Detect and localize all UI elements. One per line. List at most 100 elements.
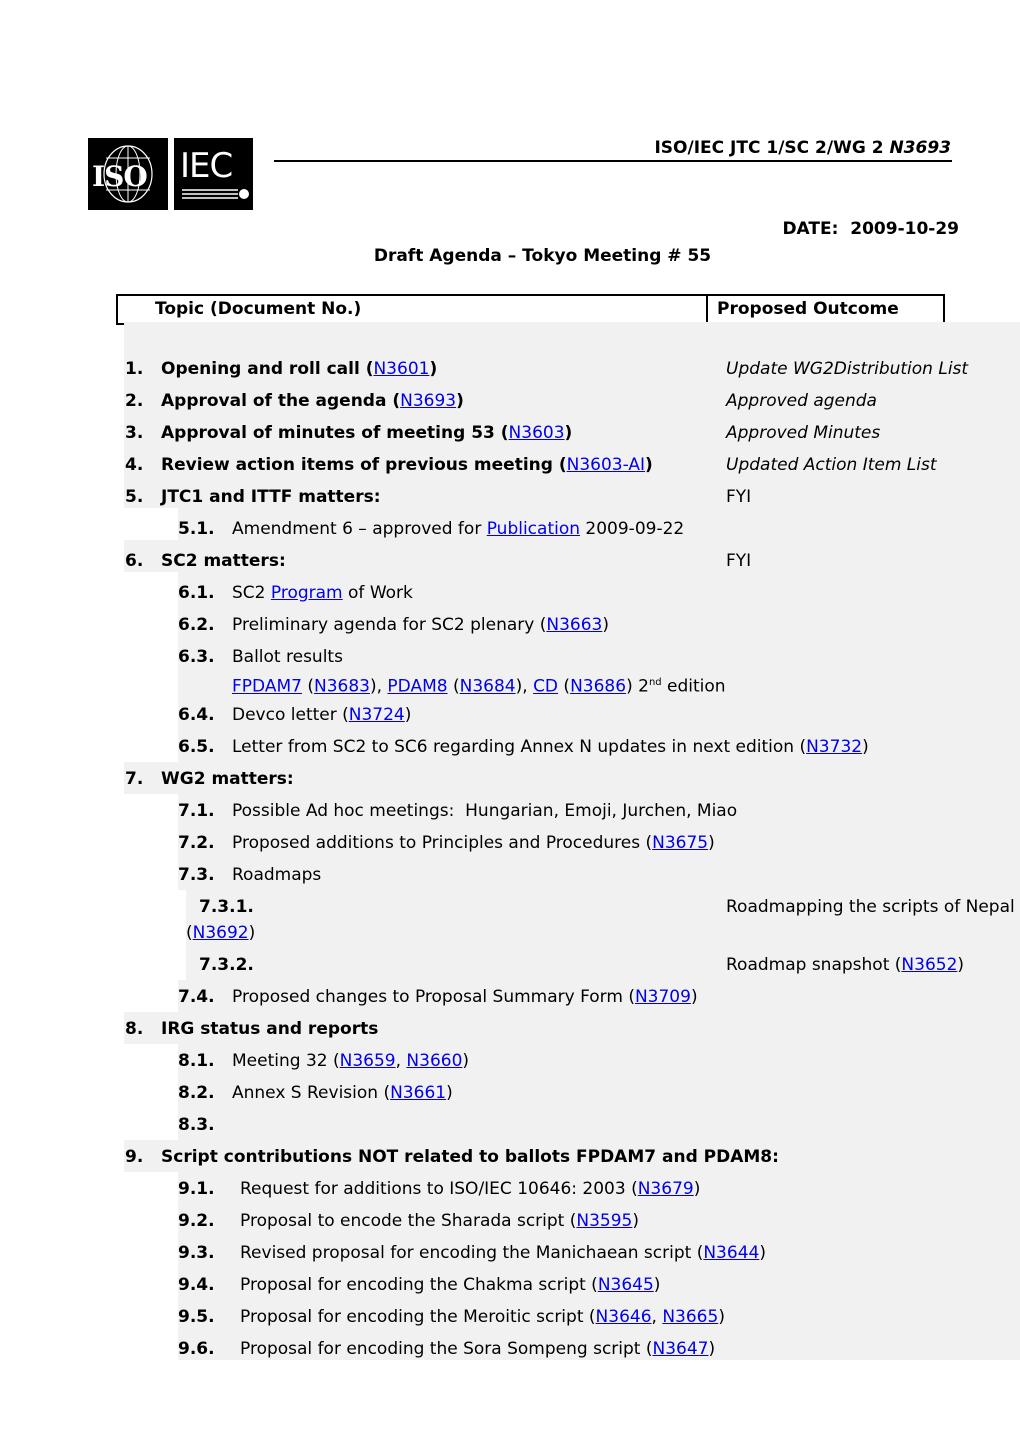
doc-ref-number: N3693 — [889, 138, 951, 158]
item-number: 8.2. — [178, 1083, 215, 1103]
item-text: Annex S Revision ( — [232, 1083, 391, 1103]
fpdam7-link[interactable]: FPDAM7 — [232, 677, 302, 697]
doc-link[interactable]: N3660 — [406, 1051, 462, 1071]
item-text: Script contributions NOT related to ball… — [161, 1147, 779, 1167]
doc-link[interactable]: N3661 — [390, 1083, 446, 1103]
date-value: 2009-10-29 — [850, 219, 959, 239]
publication-link[interactable]: Publication — [487, 519, 580, 539]
item-outcome: Update WG2Distribution List — [726, 359, 969, 379]
doc-link[interactable]: N3646 — [596, 1307, 652, 1327]
item-text: Roadmap snapshot ( — [726, 955, 902, 975]
item-number: 7. — [125, 769, 144, 789]
item-text: Meeting 32 ( — [232, 1051, 340, 1071]
page-title: Draft Agenda – Tokyo Meeting # 55 — [373, 246, 712, 266]
item-text-after: of Work — [342, 583, 413, 603]
item-number: 7.3. — [178, 865, 215, 885]
item-number: 6.1. — [178, 583, 215, 603]
item-number: 6. — [125, 551, 144, 571]
item-text: Proposal for encoding the Sora Sompeng s… — [240, 1339, 653, 1359]
item-number: 8. — [125, 1019, 144, 1039]
item-number: 9.3. — [178, 1243, 215, 1263]
paren: ) — [602, 615, 609, 635]
item-outcome: FYI — [726, 551, 752, 571]
paren: ) — [690, 987, 698, 1007]
doc-link[interactable]: N3652 — [901, 955, 957, 975]
item-text: JTC1 and ITTF matters: — [161, 487, 381, 507]
item-number: 6.2. — [178, 615, 215, 635]
item-text: Opening and roll call ( — [161, 359, 374, 379]
item-number: 6.5. — [178, 737, 215, 757]
item-number: 8.1. — [178, 1051, 215, 1071]
item-text: Proposal to encode the Sharada script ( — [240, 1211, 577, 1231]
doc-link[interactable]: N3684 — [460, 677, 516, 697]
item-text: Proposal for encoding the Meroitic scrip… — [240, 1307, 596, 1327]
separator: , — [651, 1307, 663, 1327]
item-text: Devco letter ( — [232, 705, 349, 725]
item-number: 7.4. — [178, 987, 215, 1007]
item-number: 5.1. — [178, 519, 215, 539]
doc-link[interactable]: N3709 — [635, 987, 691, 1007]
doc-link[interactable]: N3663 — [546, 615, 602, 635]
paren: ) — [653, 1275, 661, 1295]
item-text: Possible Ad hoc meetings: Hungarian, Emo… — [232, 801, 738, 821]
agenda-table-header: Topic (Document No.) Proposed Outcome — [116, 294, 945, 325]
doc-link[interactable]: N3647 — [653, 1339, 709, 1359]
doc-link[interactable]: N3692 — [193, 923, 249, 943]
paren: ) — [957, 955, 965, 975]
item-outcome: Approved agenda — [726, 391, 877, 411]
doc-link[interactable]: N3603-AI — [567, 455, 645, 475]
edition-word: edition — [661, 676, 726, 697]
paren: ) — [446, 1083, 453, 1103]
doc-link[interactable]: N3595 — [576, 1211, 632, 1231]
doc-link[interactable]: N3645 — [598, 1275, 654, 1295]
item-text: IRG status and reports — [161, 1019, 379, 1039]
iso-logo: ISO — [88, 138, 168, 210]
doc-ref-prefix: ISO/IEC JTC 1/SC 2/WG 2 — [654, 138, 890, 158]
doc-link[interactable]: N3659 — [340, 1051, 396, 1071]
outcome-column-header: Proposed Outcome — [717, 299, 899, 319]
shade-block — [124, 322, 1020, 508]
pdam8-link[interactable]: PDAM8 — [387, 677, 447, 697]
doc-link[interactable]: N3665 — [662, 1307, 718, 1327]
paren: ( — [186, 923, 193, 943]
item-text: Proposal for encoding the Chakma script … — [240, 1275, 598, 1295]
item-text: Request for additions to ISO/IEC 10646: … — [240, 1179, 638, 1199]
item-number: 5. — [125, 487, 144, 507]
doc-link[interactable]: N3683 — [314, 677, 370, 697]
doc-link[interactable]: N3724 — [349, 705, 405, 725]
doc-link[interactable]: N3644 — [703, 1243, 759, 1263]
item-number: 7.2. — [178, 833, 215, 853]
separator: , — [395, 1051, 407, 1071]
item-number: 9.4. — [178, 1275, 215, 1295]
item-number: 6.4. — [178, 705, 215, 725]
item-text: Proposed changes to Proposal Summary For… — [232, 987, 635, 1007]
paren: ) — [404, 705, 412, 725]
item-text: SC2 matters: — [161, 551, 286, 571]
item-text-after: 2009-09-22 — [580, 519, 685, 539]
cd-link[interactable]: CD — [533, 677, 558, 697]
doc-link[interactable]: N3679 — [638, 1179, 694, 1199]
iec-logo: IEC — [174, 138, 253, 210]
item-text: Review action items of previous meeting … — [161, 455, 567, 475]
doc-link[interactable]: N3686 — [570, 677, 626, 697]
doc-link[interactable]: N3601 — [373, 359, 429, 379]
item-number: 9.1. — [178, 1179, 215, 1199]
item-number: 9.5. — [178, 1307, 215, 1327]
item-text: Ballot results — [232, 647, 343, 667]
program-link[interactable]: Program — [271, 583, 343, 603]
header-rule — [274, 160, 952, 162]
doc-link[interactable]: N3693 — [400, 391, 456, 411]
item-number: 7.3.2. — [199, 955, 254, 975]
date-line: DATE: 2009-10-29 — [782, 219, 959, 239]
doc-link[interactable]: N3732 — [806, 737, 862, 757]
item-number: 7.1. — [178, 801, 215, 821]
shade-block — [178, 1172, 1020, 1360]
paren: ) — [645, 455, 653, 475]
doc-link[interactable]: N3603 — [509, 423, 565, 443]
edition-number: 2 — [632, 676, 649, 697]
item-number: 7.3.1. — [199, 897, 254, 917]
iso-logo-text: ISO — [92, 160, 148, 193]
item-text: Roadmaps — [232, 865, 322, 885]
item-text: WG2 matters: — [161, 769, 294, 789]
doc-link[interactable]: N3675 — [652, 833, 708, 853]
